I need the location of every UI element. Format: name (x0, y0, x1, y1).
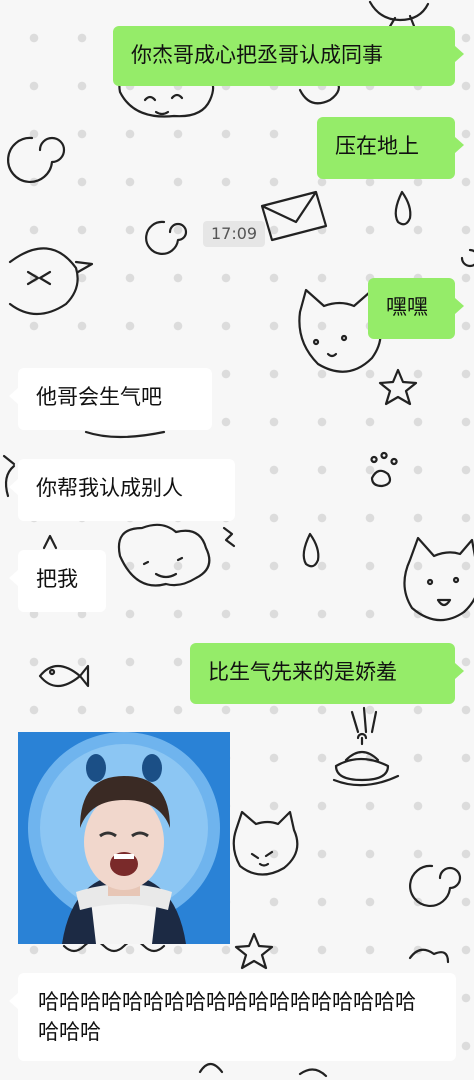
message-text: 你帮我认成别人 (36, 476, 183, 500)
message-bubble-received[interactable]: 哈哈哈哈哈哈哈哈哈哈哈哈哈哈哈哈哈哈哈哈哈 (9, 973, 456, 1061)
message-bubble-received[interactable]: 你帮我认成别人 (9, 459, 235, 521)
message-text: 哈哈哈哈哈哈哈哈哈哈哈哈哈哈哈哈哈哈哈哈哈 (38, 990, 416, 1044)
message-bubble-received[interactable]: 把我 (9, 550, 106, 612)
message-text: 嘿嘿 (386, 295, 428, 319)
message-text: 把我 (36, 567, 78, 591)
message-text: 他哥会生气吧 (36, 385, 162, 409)
message-bubble-sent[interactable]: 嘿嘿 (368, 278, 464, 339)
message-text: 压在地上 (335, 134, 419, 158)
laughing-boy-sticker[interactable] (18, 732, 230, 944)
message-text: 比生气先来的是娇羞 (208, 660, 397, 684)
message-bubble-received[interactable]: 他哥会生气吧 (9, 368, 212, 430)
message-text: 你杰哥成心把丞哥认成同事 (131, 43, 383, 67)
message-bubble-sent[interactable]: 比生气先来的是娇羞 (190, 643, 464, 704)
sticker-image (18, 732, 230, 944)
message-bubble-sent[interactable]: 压在地上 (317, 117, 464, 179)
message-bubble-sent[interactable]: 你杰哥成心把丞哥认成同事 (113, 26, 464, 86)
message-timestamp: 17:09 (203, 221, 266, 247)
